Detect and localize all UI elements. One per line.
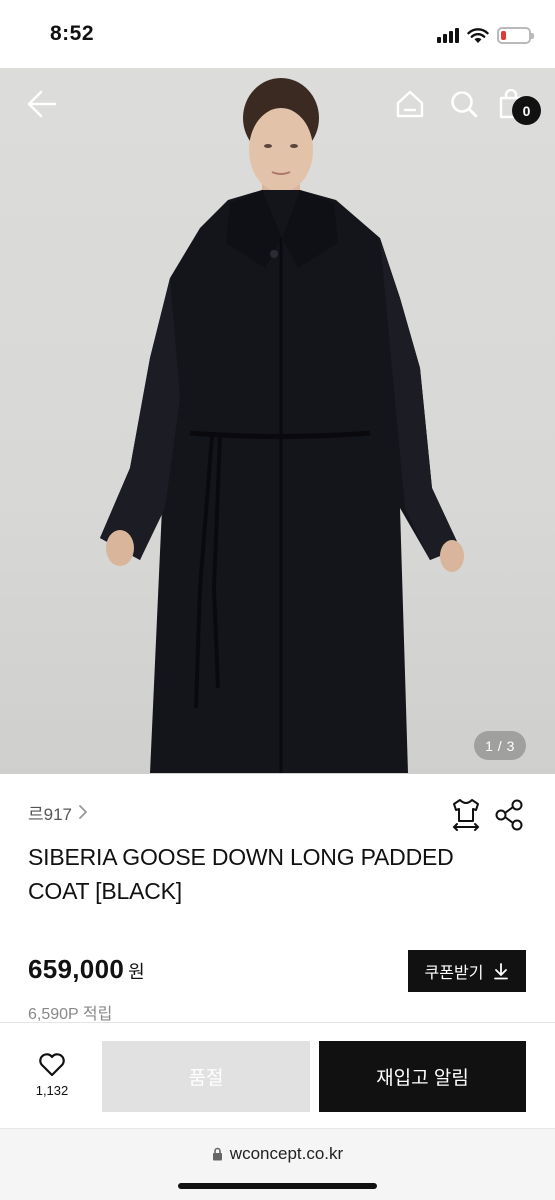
- home-button[interactable]: [392, 86, 428, 122]
- download-icon: [494, 962, 509, 979]
- product-image-carousel[interactable]: 1 / 3: [0, 68, 555, 774]
- price-row: 659,000 원: [28, 954, 145, 985]
- cart-count-badge: 0: [512, 96, 541, 125]
- url-display[interactable]: wconcept.co.kr: [0, 1144, 555, 1164]
- product-title: SIBERIA GOOSE DOWN LONG PADDED COAT [BLA…: [28, 844, 454, 904]
- home-icon: [396, 90, 424, 118]
- brand-link[interactable]: 르917: [28, 800, 88, 824]
- chevron-right-icon: [79, 805, 88, 819]
- status-time: 8:52: [50, 22, 95, 45]
- wishlist-count: 1,132: [35, 1083, 69, 1098]
- product-price: 659,000: [28, 954, 125, 984]
- soldout-button[interactable]: 품절: [102, 1041, 310, 1112]
- status-icons: [437, 24, 534, 46]
- product-photo: [100, 78, 464, 773]
- heart-icon: [39, 1053, 65, 1077]
- browser-url-bar[interactable]: wconcept.co.kr: [0, 1128, 555, 1200]
- search-icon: [451, 91, 478, 118]
- cellular-signal-icon: [437, 27, 459, 43]
- back-arrow-icon: [27, 90, 57, 118]
- price-currency: 원: [128, 962, 145, 982]
- coupon-label: 쿠폰받기: [424, 965, 484, 982]
- brand-name: 르917: [28, 804, 73, 824]
- wifi-icon: [467, 27, 489, 43]
- restock-alert-button[interactable]: 재입고 알림: [319, 1041, 526, 1112]
- url-text: wconcept.co.kr: [229, 1144, 344, 1163]
- share-icon[interactable]: [494, 799, 524, 831]
- home-indicator: [178, 1183, 377, 1189]
- image-pager: 1 / 3: [474, 731, 526, 760]
- battery-icon: [497, 26, 534, 44]
- bottom-action-bar: 1,132 품절 재입고 알림: [0, 1022, 555, 1128]
- lock-icon: [212, 1147, 222, 1161]
- size-guide-icon[interactable]: [450, 797, 482, 831]
- back-button[interactable]: [22, 88, 62, 120]
- wishlist-button[interactable]: 1,132: [22, 1053, 82, 1105]
- reward-points: 6,590P 적립: [28, 1006, 113, 1023]
- status-bar: 8:52: [0, 0, 555, 68]
- search-button[interactable]: [446, 86, 482, 122]
- coupon-download-button[interactable]: 쿠폰받기: [408, 950, 526, 992]
